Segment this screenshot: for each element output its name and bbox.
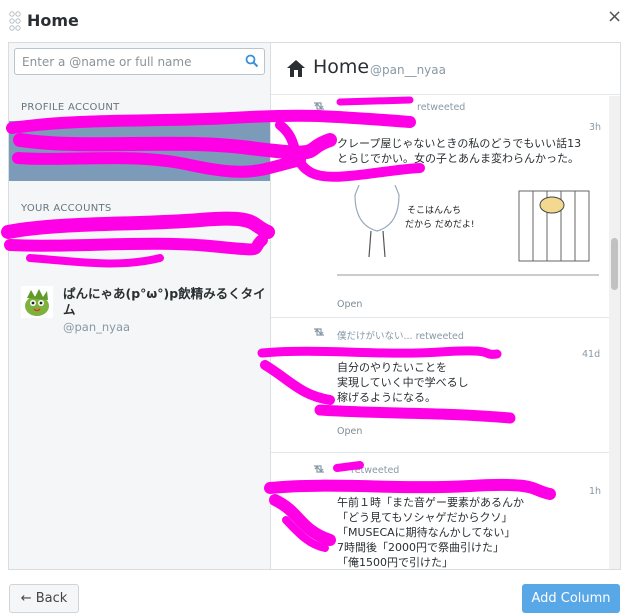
retweet-icon xyxy=(314,328,324,336)
tweet-line: 「俺1500円で引けた」 xyxy=(337,556,453,569)
your-accounts-heading: YOUR ACCOUNTS xyxy=(21,203,112,214)
search-icon[interactable] xyxy=(245,54,259,68)
tweet-text: 自分のやりたいことを 実現していく中で学べるし 稼げるようになる。 xyxy=(337,360,599,405)
tweet-item[interactable]: retweeted 1h 午前１時「また音ゲー要素があるんか 「どう見てもソシャ… xyxy=(271,453,609,569)
avatar xyxy=(21,286,53,318)
tweet-line: クレープ屋じゃないときの私のどうでもいい話13 xyxy=(337,137,582,150)
home-icon xyxy=(287,60,305,77)
back-button[interactable]: ← Back xyxy=(9,584,79,613)
tweet-line: 「MUSECAに期待なんかしてない」 xyxy=(337,526,516,539)
window-title: Home xyxy=(27,11,79,30)
retweet-label: 僕だけがいない... retweeted xyxy=(337,331,464,342)
add-column-button[interactable]: Add Column xyxy=(522,584,620,613)
comic-image: そこはんんち だから だめだよ! xyxy=(337,184,599,277)
retweet-icon xyxy=(314,102,324,110)
tweet-line: 午前１時「また音ゲー要素があるんか xyxy=(337,496,524,509)
column-header: Home @pan__nyaa xyxy=(271,43,620,95)
account-handle: @pan_nyaa xyxy=(63,320,131,334)
account-search-input[interactable] xyxy=(15,49,235,74)
tweet-line: 自分のやりたいことを xyxy=(337,361,447,374)
tweet-line: 7時間後「2000円で祭曲引けた」 xyxy=(337,541,504,554)
media-caption-1: そこはんんち xyxy=(407,205,461,216)
tweet-item[interactable]: retweeted 3h クレープ屋じゃないときの私のどうでもいい話13 とらじ… xyxy=(271,96,609,318)
close-icon[interactable]: × xyxy=(607,6,622,27)
account-name: ぱんにゃあ(p°ω°)p飲精みるくタイム xyxy=(63,286,266,317)
tweet-line: 実現していく中で学べるし xyxy=(337,376,469,389)
column-handle: @pan__nyaa xyxy=(370,63,446,77)
open-link[interactable]: Open xyxy=(337,426,362,437)
column-setup-panel: PROFILE ACCOUNT YOUR ACCOUNTS ぱんにゃあ(p°ω°… xyxy=(8,42,621,570)
open-link[interactable]: Open xyxy=(337,299,362,310)
drag-grip-icon[interactable] xyxy=(8,10,22,32)
retweet-icon xyxy=(314,465,324,473)
scrollbar-thumb[interactable] xyxy=(611,238,618,290)
retweet-label: retweeted xyxy=(351,465,400,476)
media-caption-2: だから だめだよ! xyxy=(405,219,474,230)
tweet-text: クレープ屋じゃないときの私のどうでもいい話13 とらじでかい。女の子とあんま変わ… xyxy=(337,136,599,166)
profile-account-row[interactable] xyxy=(9,121,270,181)
tweet-line: とらじでかい。女の子とあんま変わらんかった。 xyxy=(337,152,579,165)
tweet-media[interactable]: そこはんんち だから だめだよ! xyxy=(337,184,599,277)
tweet-item[interactable]: 僕だけがいない... retweeted 41d 自分のやりたいことを 実現して… xyxy=(271,318,609,453)
column-preview: Home @pan__nyaa retweeted 3h クレープ屋じゃないとき… xyxy=(271,43,620,569)
profile-account-heading: PROFILE ACCOUNT xyxy=(21,102,120,113)
column-title: Home xyxy=(313,56,370,78)
tweet-text: 午前１時「また音ゲー要素があるんか 「どう見てもソシャゲだからクソ」 「MUSE… xyxy=(337,495,599,569)
account-item[interactable]: ぱんにゃあ(p°ω°)p飲精みるくタイム @pan_nyaa xyxy=(21,286,266,336)
tweet-line: 稼げるようになる。 xyxy=(337,391,436,404)
tweet-line: 「どう見てもソシャゲだからクソ」 xyxy=(337,511,513,524)
account-search xyxy=(14,48,265,75)
tweet-time: 3h xyxy=(589,122,602,133)
retweet-label: retweeted xyxy=(417,102,466,113)
tweet-feed[interactable]: retweeted 3h クレープ屋じゃないときの私のどうでもいい話13 とらじ… xyxy=(271,96,609,569)
window-titlebar: Home × xyxy=(0,0,622,42)
feed-scrollbar[interactable] xyxy=(609,96,620,569)
tweet-time: 41d xyxy=(582,349,601,360)
accounts-sidebar: PROFILE ACCOUNT YOUR ACCOUNTS ぱんにゃあ(p°ω°… xyxy=(9,43,271,569)
